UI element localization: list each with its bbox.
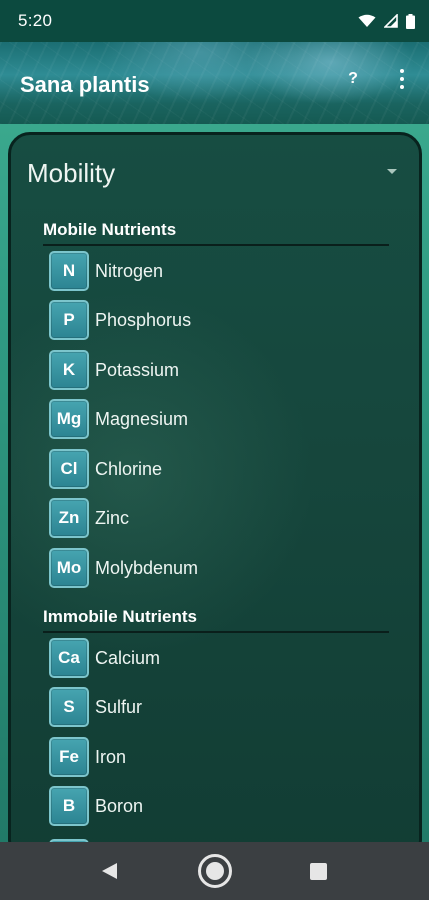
nutrient-name: Molybdenum [95, 557, 199, 578]
element-badge: K [49, 350, 89, 390]
nutrient-name: Potassium [95, 359, 180, 380]
nutrient-item-chlorine[interactable]: Cl Chlorine [49, 449, 389, 489]
nutrient-item-calcium[interactable]: Ca Calcium [49, 638, 389, 678]
element-badge: Mg [49, 399, 89, 439]
app-bar: Sana plantis ? [0, 42, 429, 124]
nutrient-name: Boron [95, 795, 144, 816]
status-bar: 5:20 [0, 0, 429, 42]
help-button[interactable]: ? [340, 66, 366, 92]
app-title: Sana plantis [20, 72, 150, 97]
nutrient-item-potassium[interactable]: K Potassium [49, 350, 389, 390]
more-vert-icon[interactable] [392, 64, 412, 94]
nutrient-item-molybdenum[interactable]: Mo Molybdenum [49, 548, 389, 588]
nutrient-item-zinc[interactable]: Zn Zinc [49, 498, 389, 538]
element-badge: Ca [49, 638, 89, 678]
status-time: 5:20 [18, 11, 53, 30]
element-badge: P [49, 300, 89, 340]
section-header-mobile: Mobile Nutrients [43, 220, 389, 246]
element-badge: Zn [49, 498, 89, 538]
nutrient-item-phosphorus[interactable]: P Phosphorus [49, 300, 389, 340]
element-badge: S [49, 687, 89, 727]
nutrient-list-card[interactable]: Mobility Mobile Nutrients N Nitrogen P P… [8, 132, 422, 862]
nutrient-name: Phosphorus [95, 309, 192, 330]
element-badge: Cl [49, 449, 89, 489]
nutrient-name: Nitrogen [95, 260, 164, 281]
nutrient-item-iron[interactable]: Fe Iron [49, 737, 389, 777]
system-nav-bar [0, 842, 429, 900]
nutrient-name: Zinc [95, 507, 130, 528]
nutrient-item-sulfur[interactable]: S Sulfur [49, 687, 389, 727]
dropdown-selected-value: Mobility [27, 157, 116, 188]
recents-icon[interactable] [310, 863, 327, 880]
dropdown-arrow-icon [387, 169, 397, 174]
status-icons [358, 13, 415, 29]
nutrient-name: Chlorine [95, 458, 163, 479]
battery-icon [406, 13, 415, 29]
element-badge: N [49, 251, 89, 291]
element-badge: B [49, 786, 89, 826]
nutrient-name: Calcium [95, 647, 161, 668]
nutrient-item-nitrogen[interactable]: N Nitrogen [49, 251, 389, 291]
mobility-dropdown[interactable]: Mobility [27, 153, 397, 193]
nutrient-name: Iron [95, 746, 127, 767]
cellular-signal-icon [384, 14, 398, 28]
nutrient-name: Magnesium [95, 408, 189, 429]
back-icon[interactable] [100, 862, 118, 880]
home-icon[interactable] [198, 854, 232, 888]
element-badge: Mo [49, 548, 89, 588]
nutrient-item-magnesium[interactable]: Mg Magnesium [49, 399, 389, 439]
nutrient-item-boron[interactable]: B Boron [49, 786, 389, 826]
section-header-immobile: Immobile Nutrients [43, 607, 389, 633]
element-badge: Fe [49, 737, 89, 777]
main-content: Mobility Mobile Nutrients N Nitrogen P P… [0, 124, 429, 862]
nutrient-name: Sulfur [95, 696, 143, 717]
wifi-icon [358, 14, 376, 27]
